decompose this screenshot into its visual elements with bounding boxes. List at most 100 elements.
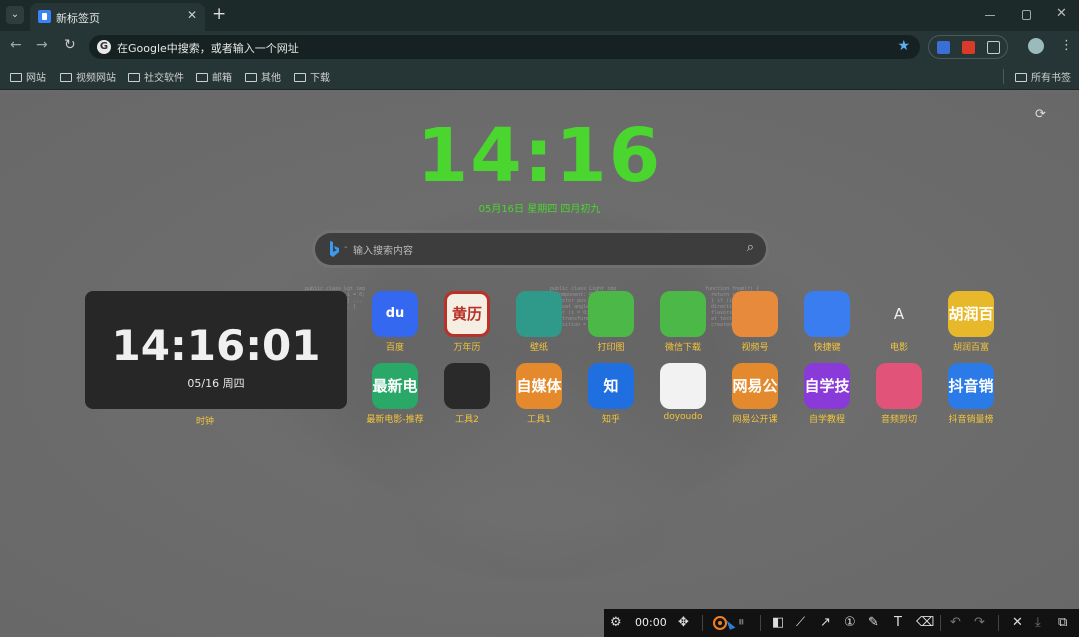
app-label: 电影 (889, 343, 908, 353)
move-icon[interactable]: ✥ (678, 615, 689, 630)
bookmark-folder[interactable]: 其他 (245, 69, 281, 84)
zhihu-icon: 知 (588, 363, 634, 409)
record-button[interactable] (713, 616, 727, 630)
app-tile[interactable]: 自媒体工具1 (509, 363, 569, 429)
minimize-icon[interactable] (985, 15, 995, 16)
calendar-icon: 黄历 (444, 291, 490, 337)
bookmark-folder[interactable]: 下载 (294, 69, 330, 84)
close-capture-icon[interactable]: ✕ (1012, 615, 1023, 630)
bookmarks-bar: 网站 视频网站 社交软件 邮箱 其他 下载 所有书签 (0, 63, 1079, 90)
toolbar-divider (940, 615, 941, 631)
app-tile[interactable]: 打印图 (581, 291, 641, 357)
omnibox[interactable]: G 在Google中搜索，或者输入一个网址 ★ (89, 35, 920, 59)
forward-arrow-icon[interactable]: → (36, 37, 48, 53)
app-tile[interactable]: 视频号 (725, 291, 785, 357)
new-tab-button[interactable]: + (212, 4, 226, 24)
app-tile[interactable]: 知知乎 (581, 363, 641, 429)
app-label: 工具1 (527, 415, 551, 425)
download-icon[interactable]: ⤓ (1035, 615, 1041, 630)
tab-title: 新标签页 (56, 12, 100, 25)
app-label: doyoudo (663, 412, 703, 422)
extensions-puzzle-icon[interactable] (987, 41, 1000, 54)
app-tile[interactable]: doyoudo (653, 363, 713, 429)
omnibox-placeholder: 在Google中搜索，或者输入一个网址 (117, 42, 299, 55)
translate-extension-icon[interactable] (937, 41, 950, 54)
app-label: 快捷键 (813, 343, 841, 353)
app-tile[interactable]: 网易公 网易公开课 (725, 363, 785, 429)
menu-kebab-icon[interactable]: ⋮ (1060, 38, 1073, 53)
app-label: 知乎 (601, 415, 620, 425)
arrow-icon[interactable]: ↗ (820, 615, 831, 630)
app-tile[interactable]: 音频剪切 (869, 363, 929, 429)
pause-icon[interactable]: ⏸ (738, 615, 745, 630)
bookmark-star-icon[interactable]: ★ (897, 38, 910, 54)
app-tile[interactable]: 快捷键 (797, 291, 857, 357)
app-tile[interactable]: 胡润百 胡润百富 (941, 291, 1001, 357)
new-tab-favicon-icon (38, 10, 51, 23)
search-bar[interactable]: 输入搜索内容 ⌕ (315, 233, 766, 265)
app-tile[interactable]: 工具2 (437, 363, 497, 429)
new-tab-page: public class Lgt imp ... for(int i = 0; … (0, 91, 1079, 637)
window-close-icon[interactable]: ✕ (1056, 6, 1067, 21)
search-icon[interactable]: ⌕ (747, 240, 754, 255)
bookmark-folder[interactable]: 社交软件 (128, 69, 184, 84)
search-input[interactable]: 输入搜索内容 (344, 242, 413, 257)
app-tile[interactable]: 壁纸 (509, 291, 569, 357)
app-label: 万年历 (453, 343, 481, 353)
tab-close-icon[interactable]: ✕ (187, 8, 197, 22)
polyline-icon[interactable]: ⟋ (796, 615, 805, 630)
bookmark-folder[interactable]: 视频网站 (60, 69, 116, 84)
undo-icon[interactable]: ↶ (950, 615, 961, 630)
app-tile[interactable]: 黄历 万年历 (437, 291, 497, 357)
maximize-icon[interactable] (1022, 10, 1031, 20)
text-icon: 自媒体 (516, 363, 562, 409)
app-tile[interactable]: 自学技 自学教程 (797, 363, 857, 429)
app-label: 视频号 (741, 343, 769, 353)
eraser-icon[interactable]: ⌫ (916, 615, 934, 630)
text-icon: 抖音销 (948, 363, 994, 409)
app-tile[interactable]: A 电影 (869, 291, 929, 357)
app-tile[interactable]: 微信下载 (653, 291, 713, 357)
popsicle-icon (660, 363, 706, 409)
image-mic-icon (876, 363, 922, 409)
shapes-icon[interactable]: ◧ (772, 615, 784, 630)
app-label: 网易公开课 (732, 415, 778, 425)
profile-avatar[interactable] (1028, 38, 1044, 54)
app-label: 工具2 (455, 415, 479, 425)
reload-icon[interactable]: ↻ (64, 37, 76, 53)
capture-timer: 00:00 (635, 616, 667, 629)
settings-gear-icon[interactable]: ⚙ (610, 615, 622, 630)
date-line: 05月16日 星期四 四月初九 (478, 204, 601, 215)
toolbar-divider (702, 615, 703, 631)
butterfly-icon (732, 291, 778, 337)
text-icon: 自学技 (804, 363, 850, 409)
text-tool-icon[interactable]: T (894, 615, 902, 630)
redo-icon[interactable]: ↷ (974, 615, 985, 630)
clock-widget[interactable]: 14:16:01 05/16 周四 (85, 291, 347, 409)
app-tile[interactable]: du 百度 (365, 291, 425, 357)
folder-icon (294, 73, 306, 82)
slides-extension-icon[interactable] (962, 41, 975, 54)
tab-search-chevron-icon[interactable]: ⌄ (6, 6, 24, 24)
toolbar-divider (998, 615, 999, 631)
text-icon: 胡润百 (948, 291, 994, 337)
bing-logo-icon (330, 241, 339, 257)
back-arrow-icon[interactable]: ← (10, 37, 22, 53)
all-bookmarks-folder[interactable]: 所有书签 (1015, 69, 1071, 84)
deer-wallpaper-icon (516, 291, 562, 337)
baidu-paw-icon: du (372, 291, 418, 337)
bookmark-folder[interactable]: 邮箱 (196, 69, 232, 84)
folder-icon (60, 73, 72, 82)
text-icon: 最新电 (372, 363, 418, 409)
bookmark-folder[interactable]: 网站 (10, 69, 46, 84)
app-tile[interactable]: 抖音销 抖音销量榜 (941, 363, 1001, 429)
pen-icon[interactable]: ✎ (868, 615, 879, 630)
app-tile[interactable]: 最新电 最新电影-推荐 (365, 363, 425, 429)
copy-icon[interactable]: ⧉ (1058, 615, 1067, 630)
clock-widget-time: 14:16:01 (111, 321, 321, 370)
google-icon: G (97, 40, 111, 54)
number-marker-icon[interactable]: ① (844, 615, 856, 630)
app-label: 抖音销量榜 (948, 415, 994, 425)
koala-icon (444, 363, 490, 409)
tab-new-tab[interactable]: 新标签页 ✕ (30, 3, 205, 31)
